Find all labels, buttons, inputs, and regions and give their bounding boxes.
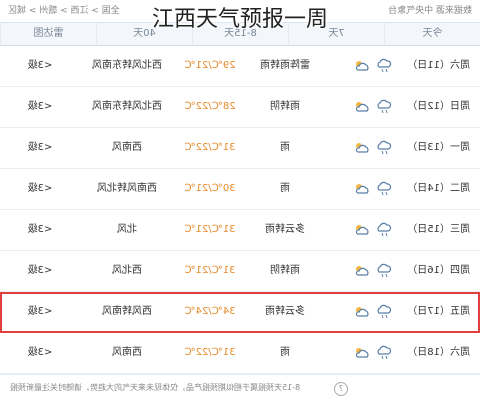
weather-icons bbox=[332, 251, 392, 291]
weather-desc: 雨 bbox=[280, 183, 290, 194]
cloud-rain-icon bbox=[377, 222, 392, 237]
temperature: 31℃/21℃ bbox=[184, 224, 236, 235]
help-icon[interactable]: ? bbox=[334, 382, 348, 396]
date-label: 周五（17日） bbox=[407, 306, 470, 317]
cloud-sun-icon bbox=[355, 61, 369, 71]
weather-desc: 雨 bbox=[280, 142, 290, 153]
cloud-sun-icon bbox=[355, 225, 369, 235]
temperature: 30℃/21℃ bbox=[184, 183, 236, 194]
weather-icons bbox=[332, 333, 392, 373]
weather-icons bbox=[332, 169, 392, 209]
wind-direction: 西北风 bbox=[112, 265, 142, 276]
weather-icons bbox=[332, 128, 392, 168]
wind-direction: 西风转南风 bbox=[102, 306, 152, 317]
footer: ? 8-15天预报属于相似期预报产品，仅体现未来天气的大趋势，请随时关注最新预报 bbox=[0, 374, 480, 401]
wind-level: <3级 bbox=[27, 101, 53, 112]
wind-direction: 西南风转北风 bbox=[97, 183, 157, 194]
weather-icons bbox=[332, 210, 392, 250]
temperature: 31℃/22℃ bbox=[184, 347, 236, 358]
cloud-rain-icon bbox=[377, 99, 392, 114]
forecast-row[interactable]: 周六（11日） 雷阵雨转雨 29℃/21℃ 西北风转东南风 <3级 bbox=[0, 46, 480, 87]
footer-note: 8-15天预报属于相似期预报产品，仅体现未来天气的大趋势，请随时关注最新预报 bbox=[10, 383, 301, 392]
wind-level: <3级 bbox=[27, 60, 53, 71]
cloud-sun-icon bbox=[355, 307, 369, 317]
wind-level: <3级 bbox=[27, 265, 53, 276]
weather-icons bbox=[332, 292, 392, 332]
weather-desc: 雨转阴 bbox=[270, 265, 300, 276]
date-label: 周二（14日） bbox=[407, 183, 470, 194]
weather-panel: 数据来源 中央气象台 全国 > 江西 > 赣州 > 城区 今天 7天 8-15天… bbox=[0, 0, 480, 401]
date-label: 周三（15日） bbox=[407, 224, 470, 235]
wind-direction: 北风 bbox=[117, 224, 137, 235]
wind-level: <3级 bbox=[27, 224, 53, 235]
cloud-rain-icon bbox=[377, 345, 392, 360]
date-label: 周六（18日） bbox=[407, 347, 470, 358]
wind-direction: 西南风 bbox=[112, 142, 142, 153]
wind-level: <3级 bbox=[27, 142, 53, 153]
cloud-sun-icon bbox=[355, 143, 369, 153]
forecast-row[interactable]: 周三（15日） 多云转雨 31℃/21℃ 北风 <3级 bbox=[0, 210, 480, 251]
wind-level: <3级 bbox=[27, 306, 53, 317]
weather-desc: 雨转阴 bbox=[270, 101, 300, 112]
cloud-rain-icon bbox=[377, 58, 392, 73]
weather-icons bbox=[332, 46, 392, 86]
weather-desc: 雨 bbox=[280, 347, 290, 358]
weather-desc: 多云转雨 bbox=[265, 306, 305, 317]
cloud-rain-icon bbox=[377, 181, 392, 196]
forecast-row[interactable]: 周四（16日） 雨转阴 31℃/21℃ 西北风 <3级 bbox=[0, 251, 480, 292]
wind-level: <3级 bbox=[27, 183, 53, 194]
temperature: 31℃/21℃ bbox=[184, 265, 236, 276]
temperature: 28℃/22℃ bbox=[184, 101, 236, 112]
temperature: 34℃/24℃ bbox=[184, 306, 236, 317]
weather-desc: 多云转雨 bbox=[265, 224, 305, 235]
forecast-row[interactable]: 周二（14日） 雨 30℃/21℃ 西南风转北风 <3级 bbox=[0, 169, 480, 210]
cloud-rain-icon bbox=[377, 304, 392, 319]
forecast-list: 周六（11日） 雷阵雨转雨 29℃/21℃ 西北风转东南风 <3级 周日（12日… bbox=[0, 46, 480, 374]
cloud-rain-icon bbox=[377, 263, 392, 278]
weather-desc: 雷阵雨转雨 bbox=[260, 60, 310, 71]
wind-level: <3级 bbox=[27, 347, 53, 358]
wind-direction: 西北风转东南风 bbox=[92, 60, 162, 71]
wind-direction: 西南风 bbox=[112, 347, 142, 358]
cloud-sun-icon bbox=[355, 184, 369, 194]
temperature: 29℃/21℃ bbox=[184, 60, 236, 71]
cloud-sun-icon bbox=[355, 102, 369, 112]
forecast-row[interactable]: 周六（18日） 雨 31℃/22℃ 西南风 <3级 bbox=[0, 333, 480, 374]
cloud-sun-icon bbox=[355, 348, 369, 358]
forecast-row[interactable]: 周五（17日） 多云转雨 34℃/24℃ 西风转南风 <3级 bbox=[0, 292, 480, 333]
cloud-rain-icon bbox=[377, 140, 392, 155]
cloud-sun-icon bbox=[355, 266, 369, 276]
date-label: 周一（13日） bbox=[407, 142, 470, 153]
page-title: 江西天气预报一周 bbox=[151, 7, 328, 32]
date-label: 周日（12日） bbox=[407, 101, 470, 112]
date-label: 周六（11日） bbox=[407, 60, 470, 71]
date-label: 周四（16日） bbox=[407, 265, 470, 276]
forecast-row[interactable]: 周日（12日） 雨转阴 28℃/22℃ 西北风转东南风 <3级 bbox=[0, 87, 480, 128]
forecast-row[interactable]: 周一（13日） 雨 31℃/22℃ 西南风 <3级 bbox=[0, 128, 480, 169]
wind-direction: 西北风转东南风 bbox=[92, 101, 162, 112]
temperature: 31℃/22℃ bbox=[184, 142, 236, 153]
weather-icons bbox=[332, 87, 392, 127]
